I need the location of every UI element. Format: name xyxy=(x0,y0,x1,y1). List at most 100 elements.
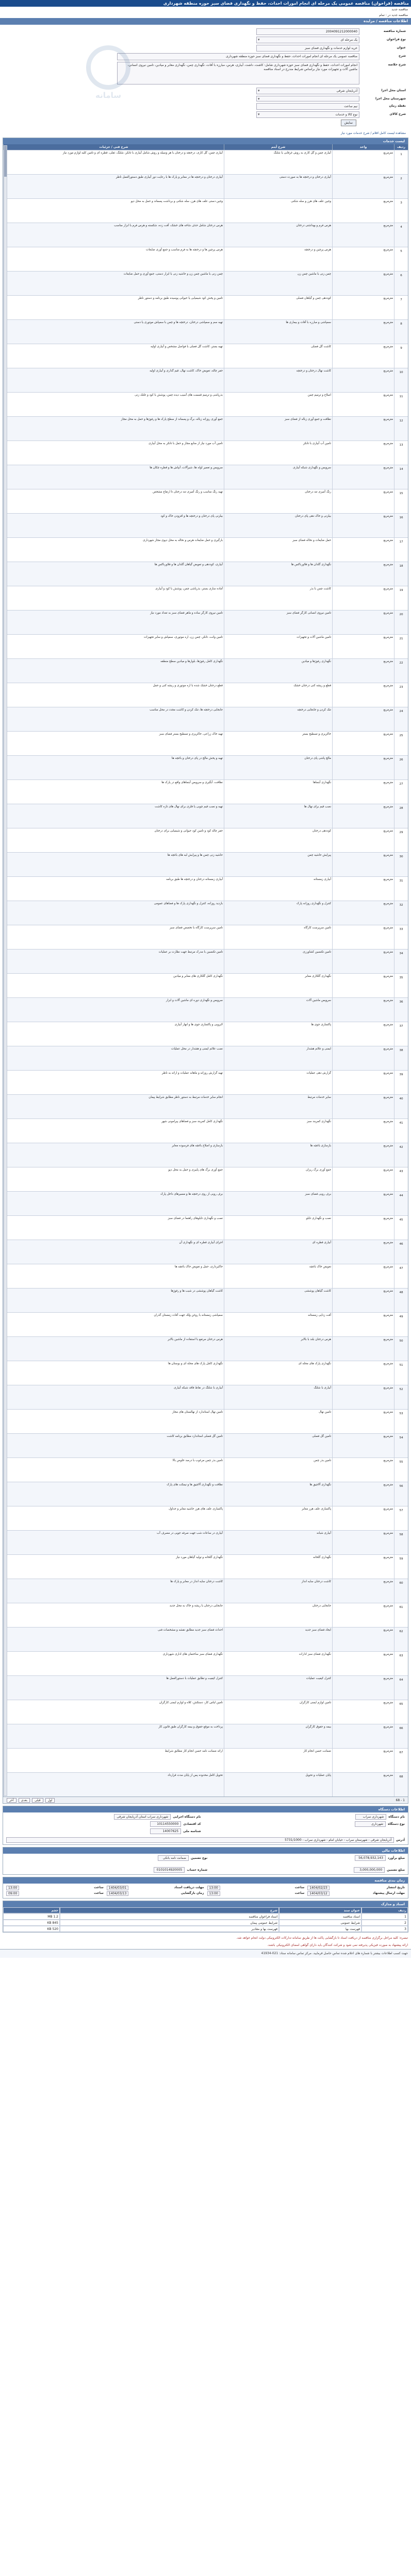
timeline-value: 1404/03/01 xyxy=(106,1886,129,1890)
items-link[interactable]: مشاهده لیست کامل اقلام / شرح خدمات مورد … xyxy=(0,130,411,136)
row-number: 47 xyxy=(394,1264,408,1288)
row-description: آبیاری زمستانه درختان و درختچه ها طبق بر… xyxy=(3,876,224,901)
pager-first-button[interactable]: اول xyxy=(45,1798,55,1803)
timeline-label: مهلت دریافت اسناد xyxy=(174,1886,204,1889)
side-button-row: نمایش xyxy=(5,120,406,126)
location-field-label: شهرستان محل اجرا xyxy=(375,97,406,100)
row-description: سمپاشی زمستانه با روغن ولک جهت آفات زمست… xyxy=(3,1312,224,1336)
row-title: کاشت درختان سایه انداز xyxy=(224,1579,332,1603)
tender-field-value[interactable]: یک مرحله ای xyxy=(256,37,359,43)
row-description: لایروبی و پاکسازی جوی ها و انهار آبیاری xyxy=(3,1022,224,1046)
scrollbar-thumb[interactable] xyxy=(4,146,7,177)
finance-field-row: شماره حساب 0101014920005 xyxy=(19,1867,207,1873)
row-unit: مترمربع xyxy=(332,271,394,295)
row-description: تامین تکنسین با مدرک مرتبط جهت نظارت بر … xyxy=(3,949,224,973)
row-title: سرویس ماشین آلات xyxy=(224,997,332,1022)
table-row: 50 مترمربع هرس درختان بلند با بالابر هرس در… xyxy=(3,1336,408,1361)
row-unit: مترمربع xyxy=(332,707,394,731)
row-title: تنک کردن و جابجایی درختچه xyxy=(224,707,332,731)
row-number: 63 xyxy=(394,1651,408,1675)
row-unit: مترمربع xyxy=(332,489,394,513)
table-row: 55 مترمربع تامین بذر چمن تامین بذر چمن مرغو… xyxy=(3,1458,408,1482)
pager-prev-button[interactable]: قبلی xyxy=(31,1798,43,1803)
row-title: جمع آوری برگ ریزان xyxy=(224,1167,332,1191)
org-id-field-label: کد اقتصادی xyxy=(183,1822,201,1826)
tender-field-row: شماره مناقصه 2004091212000040 xyxy=(5,28,406,35)
location-field-row: شرح کالای نوع کالا و خدمات xyxy=(5,111,406,118)
finance-field-label: شماره حساب xyxy=(187,1868,208,1872)
row-description: تهیه بستر، کاشت گل فصلی با فواصل مشخص و … xyxy=(3,344,224,368)
items-grid-scrollbar[interactable] xyxy=(4,145,7,1796)
row-description: تحویل کامل محدوده پس از پایان مدت قراردا… xyxy=(3,1772,224,1797)
location-field-value[interactable]: نوع کالا و خدمات xyxy=(256,111,359,118)
tender-field-value[interactable]: 2004091212000040 xyxy=(256,28,359,35)
row-description: تامین بذر چمن مرغوب با درصد خلوص بالا xyxy=(3,1458,224,1482)
row-description: نگهداری کامل پارک های محله ای و بوستان ه… xyxy=(3,1361,224,1385)
row-unit: مترمربع xyxy=(332,1772,394,1797)
row-unit: مترمربع xyxy=(332,1336,394,1361)
row-unit: مترمربع xyxy=(332,852,394,876)
row-description: تهیه و پخش مالچ در پای درختان و باغچه ها xyxy=(3,755,224,779)
doc-link[interactable]: اسناد مناقصه xyxy=(279,1913,361,1920)
table-row: 58 مترمربع آبیاری شبانه آبیاری در ساعات شب … xyxy=(3,1530,408,1554)
row-description: خاکبرداری، حمل و تعویض خاک باغچه ها xyxy=(3,1264,224,1288)
org-box: اطلاعات دستگاه نام دستگاه شهرداری سراب نوع… xyxy=(3,1806,408,1845)
row-number: 10 xyxy=(394,368,408,392)
row-unit: مترمربع xyxy=(332,465,394,489)
row-number: 15 xyxy=(394,489,408,513)
row-unit: مترمربع xyxy=(332,1603,394,1627)
docs-header-cell: حجم xyxy=(3,1907,60,1913)
row-number: 46 xyxy=(394,1240,408,1264)
location-field-value[interactable] xyxy=(256,96,359,101)
row-description: نصب علائم ایمنی و هشدار در محل عملیات xyxy=(3,1046,224,1070)
org-id-field-label: شناسه ملی xyxy=(183,1829,201,1833)
row-unit: مترمربع xyxy=(332,223,394,247)
row-unit: مترمربع xyxy=(332,731,394,755)
row-title: نگهداری فضای سبز ادارات xyxy=(224,1651,332,1675)
finance-field-label: مبلغ تضمین xyxy=(387,1868,405,1872)
table-row: 49 مترمربع آفت زدایی زمستانه سمپاشی زمستانه… xyxy=(3,1312,408,1336)
org-field-row: نام دستگاه شهرداری سراب xyxy=(210,1814,405,1820)
table-row: 41 مترمربع نگهداری کمربند سبز نگهداری کامل … xyxy=(3,1118,408,1143)
location-field-value[interactable]: نیم ساعت xyxy=(256,103,359,110)
show-button[interactable]: نمایش xyxy=(340,120,356,126)
location-field-value[interactable]: آذربایجان شرقی xyxy=(256,88,359,94)
notes: تبصره: کلیه مراحل برگزاری مناقصه از دریا… xyxy=(0,1935,411,1949)
row-title: تعویض خاک باغچه xyxy=(224,1264,332,1288)
side-fields: استان محل اجرا آذربایجان شرقی شهرستان محل … xyxy=(5,88,406,118)
tender-field-value[interactable]: انجام امورات احداث، حفظ و نگهداری فضای س… xyxy=(117,62,359,84)
table-row: 19 مترمربع کاشت چمن با بذر آماده سازی بستر،… xyxy=(3,586,408,610)
row-number: 60 xyxy=(394,1579,408,1603)
doc-link[interactable]: فهرست بها xyxy=(279,1926,361,1932)
pager-last-button[interactable]: آخر xyxy=(7,1798,17,1803)
timeline-value: 09:00 xyxy=(6,1891,20,1896)
row-unit: مترمربع xyxy=(332,658,394,683)
finance-field-label: مبلغ برآورد xyxy=(387,1856,405,1860)
row-number: 42 xyxy=(394,1143,408,1167)
row-unit: مترمربع xyxy=(332,973,394,997)
row-unit: مترمربع xyxy=(332,150,394,174)
row-unit: مترمربع xyxy=(332,1264,394,1288)
docs-title: اسناد و مدارک xyxy=(3,1901,408,1907)
row-unit: مترمربع xyxy=(332,901,394,925)
tender-field-value[interactable]: خرید لوازم خدمات و نگهداری فضای سبز xyxy=(256,45,359,52)
org-left-col: نام دستگاه اجرایی شهرداری سراب استان آذر… xyxy=(3,1812,204,1836)
row-description: آبیاری، کوددهی و تعویض گیاهان گلدان ها و… xyxy=(3,562,224,586)
pager-next-button[interactable]: بعدی xyxy=(18,1798,30,1803)
org-field-value: شهرداری سراب xyxy=(355,1814,387,1820)
row-unit: مترمربع xyxy=(332,1361,394,1385)
table-row: 52 مترمربع آبیاری با شلنگ آبیاری با شلنگ در… xyxy=(3,1385,408,1409)
table-row: 31 مترمربع آبیاری زمستانه آبیاری زمستانه در… xyxy=(3,876,408,901)
table-row: 12 مترمربع نظافت و جمع آوری زباله از فضای … xyxy=(3,416,408,440)
row-title: آبیاری با شلنگ xyxy=(224,1385,332,1409)
tender-field-row: نوع فراخوان یک مرحله ای xyxy=(5,37,406,43)
row-unit: مترمربع xyxy=(332,949,394,973)
timeline-field: زمان بازگشایی 1404/03/13 xyxy=(106,1891,204,1896)
table-row: 8 مترمربع سمپاشی و مبارزه با آفات و بیماری… xyxy=(3,319,408,344)
tender-field-value[interactable]: مناقصه عمومی یک مرحله ای انجام امورات اح… xyxy=(117,53,359,60)
row-number: 4 xyxy=(394,223,408,247)
doc-link[interactable]: شرایط عمومی xyxy=(279,1920,361,1926)
row-title: پاکسازی جوی ها xyxy=(224,1022,332,1046)
org-right-col: نام دستگاه شهرداری سراب نوع دستگاه شهرداری xyxy=(207,1812,408,1836)
row-title: کنترل کیفیت عملیات xyxy=(224,1675,332,1700)
